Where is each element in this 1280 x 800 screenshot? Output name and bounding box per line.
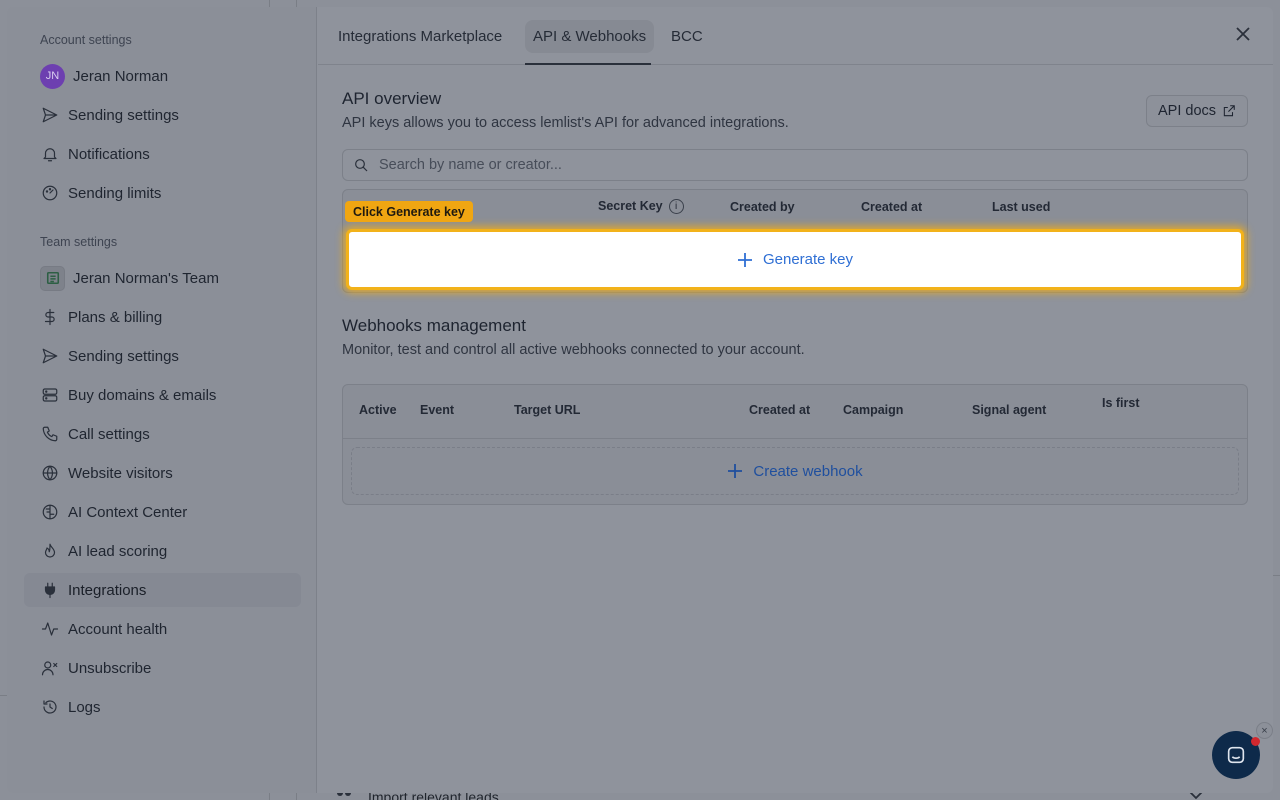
column-header-created-by: Created by [730,200,795,214]
webhooks-table: Active Event Target URL Created at Campa… [342,384,1248,505]
sidebar-item-integrations[interactable]: Integrations [24,573,301,607]
globe-icon [40,463,60,483]
api-search [342,149,1248,181]
create-webhook-button[interactable]: Create webhook [351,447,1239,495]
api-overview-subtitle: API keys allows you to access lemlist's … [342,115,789,131]
api-docs-label: API docs [1157,103,1217,119]
plug-icon [40,580,60,600]
close-icon[interactable] [1235,26,1251,42]
sidebar-item-label: Integrations [68,581,147,599]
column-header-campaign: Campaign [843,403,904,417]
sidebar-item-unsubscribe[interactable]: Unsubscribe [24,651,301,685]
sidebar-item-team[interactable]: Jeran Norman's Team [24,261,301,295]
activity-icon [40,619,60,639]
user-x-icon [40,658,60,678]
sidebar-item-sending-limits[interactable]: Sending limits [24,176,301,210]
sidebar-item-website-visitors[interactable]: Website visitors [24,456,301,490]
sidebar-item-buy-domains[interactable]: Buy domains & emails [24,378,301,412]
plus-icon [737,252,752,267]
settings-sidebar: Account settings JN Jeran Norman Sending… [7,7,317,793]
column-header-label: Secret Key [598,199,663,213]
sidebar-item-account-health[interactable]: Account health [24,612,301,646]
column-header-created-at: Created at [749,403,811,417]
history-icon [40,697,60,717]
tutorial-tooltip: Click Generate key [345,201,473,222]
sidebar-item-label: Notifications [68,145,150,163]
sidebar-item-label: Jeran Norman's Team [73,269,219,287]
sidebar-item-label: AI Context Center [68,503,188,521]
avatar: JN [40,63,65,89]
tab-bar: Integrations Marketplace API & Webhooks … [318,7,1273,65]
sidebar-item-notifications[interactable]: Notifications [24,137,301,171]
api-docs-button[interactable]: API docs [1146,95,1248,127]
server-icon [40,385,60,405]
webhooks-subtitle: Monitor, test and control all active web… [342,342,805,358]
create-webhook-label: Create webhook [753,462,863,480]
column-header-target-url: Target URL [514,403,581,417]
sidebar-item-label: Jeran Norman [73,67,169,85]
sidebar-item-logs[interactable]: Logs [24,690,301,724]
table-divider [343,438,1247,439]
sidebar-item-label: Plans & billing [68,308,163,326]
info-icon[interactable]: i [668,199,684,215]
gauge-icon [40,183,60,203]
column-header-created-at: Created at [861,200,923,214]
bell-icon [40,144,60,164]
plus-icon [728,464,743,478]
send-icon [40,346,60,366]
sidebar-item-profile[interactable]: JN Jeran Norman [24,59,301,93]
account-settings-heading: Account settings [40,33,132,47]
sidebar-item-ai-context-center[interactable]: AI Context Center [24,495,301,529]
search-icon [355,159,368,172]
webhooks-title: Webhooks management [342,316,526,335]
send-icon [40,105,60,125]
brain-icon [40,502,60,522]
sidebar-item-label: Buy domains & emails [68,386,217,404]
sidebar-item-label: Account health [68,620,168,638]
sidebar-item-ai-lead-scoring[interactable]: AI lead scoring [24,534,301,568]
phone-icon [40,424,60,444]
column-header-is-first: Is first [1102,396,1140,410]
team-icon [40,265,65,291]
sidebar-item-label: Website visitors [68,464,173,482]
sidebar-item-label: Unsubscribe [68,659,152,677]
column-header-event: Event [420,403,455,417]
sidebar-item-team-sending-settings[interactable]: Sending settings [24,339,301,373]
notification-dot [1251,737,1260,746]
team-settings-heading: Team settings [40,235,118,249]
sidebar-item-label: Logs [68,698,101,716]
search-input[interactable] [379,157,1199,173]
sidebar-item-plans-billing[interactable]: Plans & billing [24,300,301,334]
column-header-signal-agent: Signal agent [972,403,1047,417]
external-link-icon [1223,105,1235,117]
sidebar-item-label: Sending settings [68,106,179,124]
sidebar-item-label: AI lead scoring [68,542,168,560]
tab-api-webhooks[interactable]: API & Webhooks [525,20,655,53]
settings-modal: Account settings JN Jeran Norman Sending… [7,7,1273,793]
sidebar-item-sending-settings[interactable]: Sending settings [24,98,301,132]
settings-main: Integrations Marketplace API & Webhooks … [318,7,1273,793]
column-header-secret-key: Secret Key i [598,199,684,215]
active-tab-indicator [525,63,651,65]
generate-key-label: Generate key [762,251,854,268]
sidebar-item-label: Sending limits [68,184,162,202]
column-header-last-used: Last used [992,200,1051,214]
tab-bcc[interactable]: BCC [663,20,711,53]
api-overview-title: API overview [342,89,442,108]
flame-icon [40,541,60,561]
sidebar-item-label: Sending settings [68,347,179,365]
dollar-icon [40,307,60,327]
chat-icon [1227,746,1245,764]
column-header-active: Active [359,403,397,417]
sidebar-item-label: Call settings [68,425,150,443]
sidebar-item-call-settings[interactable]: Call settings [24,417,301,451]
tab-integrations-marketplace[interactable]: Integrations Marketplace [330,20,510,53]
chat-close-button[interactable]: × [1256,722,1273,739]
generate-key-button[interactable]: Generate key [346,229,1244,290]
